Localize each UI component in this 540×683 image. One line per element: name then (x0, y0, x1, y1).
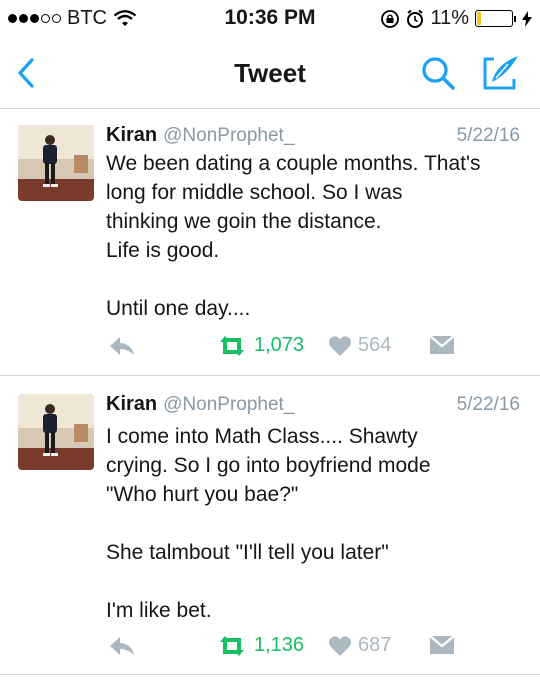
navigation-bar: Tweet (0, 38, 540, 109)
status-bar: BTC 10:36 PM 11% (0, 0, 540, 38)
search-icon[interactable] (420, 56, 458, 92)
tweet-date: 5/22/16 (456, 125, 520, 146)
avatar[interactable] (18, 125, 94, 201)
retweet-icon (220, 635, 244, 656)
user-name[interactable]: Kiran (106, 124, 157, 146)
battery-percent: 11% (430, 7, 469, 29)
like-count: 687 (358, 634, 392, 656)
heart-icon (328, 635, 352, 656)
like-button[interactable]: 564 (328, 334, 391, 357)
direct-message-icon[interactable] (428, 334, 456, 356)
charging-icon (522, 10, 532, 27)
retweet-button[interactable]: 1,136 (216, 634, 304, 657)
tweet-header: Kiran @NonProphet_ (106, 124, 294, 147)
tweet-actions: 1,073 564 (106, 334, 526, 362)
user-handle[interactable]: @NonProphet_ (163, 125, 294, 146)
tweet[interactable]: Kiran @NonProphet_ 5/22/16 I come into Ma… (0, 376, 540, 675)
avatar[interactable] (18, 394, 94, 470)
reply-icon[interactable] (108, 334, 136, 358)
user-name[interactable]: Kiran (106, 393, 157, 415)
compose-icon[interactable] (480, 54, 522, 92)
tweet[interactable]: Kiran @NonProphet_ 5/22/16 We been dating… (0, 109, 540, 376)
retweet-count: 1,073 (254, 334, 305, 356)
retweet-count: 1,136 (254, 634, 305, 656)
battery-icon (475, 10, 513, 27)
rotation-lock-icon (381, 9, 400, 28)
tweet-text: We been dating a couple months. That's l… (106, 152, 481, 320)
reply-icon[interactable] (108, 634, 136, 658)
like-count: 564 (358, 334, 392, 356)
tweet-date: 5/22/16 (456, 394, 520, 415)
tweet-actions: 1,136 687 (106, 634, 526, 662)
retweet-button[interactable]: 1,073 (216, 334, 304, 357)
page-title: Tweet (234, 58, 306, 88)
direct-message-icon[interactable] (428, 634, 456, 656)
user-handle[interactable]: @NonProphet_ (163, 394, 294, 415)
retweet-icon (220, 335, 244, 356)
like-button[interactable]: 687 (328, 634, 391, 657)
tweet-text: I come into Math Class.... Shawty crying… (106, 425, 431, 622)
status-right-group: 11% (380, 7, 532, 30)
alarm-icon (407, 9, 424, 28)
heart-icon (328, 335, 352, 356)
tweet-header: Kiran @NonProphet_ (106, 393, 294, 416)
